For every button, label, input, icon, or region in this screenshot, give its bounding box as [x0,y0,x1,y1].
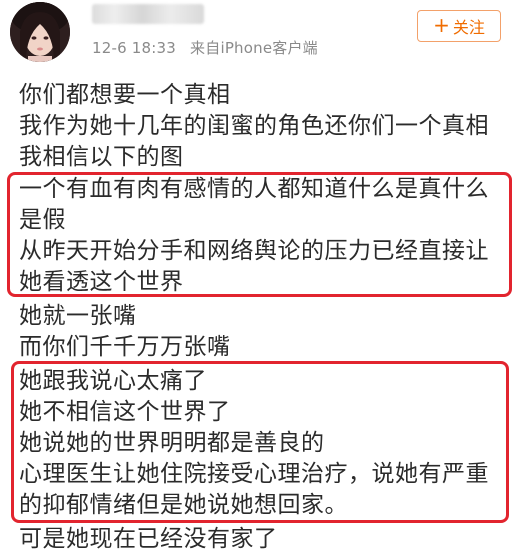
post-text-line: 她就一张嘴 [19,303,137,329]
post-text-line: 她看透这个世界 [19,269,184,295]
post-text-line: 从昨天开始分手和网络舆论的压力已经直接让 [19,238,489,264]
post-text-line: 而你们千千万万张嘴 [19,334,231,360]
post-text-line: 她说她的世界明明都是善良的 [19,430,325,456]
post-text-line: 一个有血有肉有感情的人都知道什么是真什么 [19,176,489,202]
post-text-line: 心理医生让她住院接受心理治疗，说她有严重 [19,461,489,487]
post-text-line: 你们都想要一个真相 [19,82,231,108]
post-text-line: 是假 [19,207,66,233]
post-text-line: 我作为她十几年的闺蜜的角色还你们一个真相 [19,113,489,139]
post-body: 你们都想要一个真相 我作为她十几年的闺蜜的角色还你们一个真相 我相信以下的图 一… [0,0,518,555]
post-text-line: 可是她现在已经没有家了 [19,526,278,552]
post-text-line: 她不相信这个世界了 [19,399,231,425]
post-text-line: 她跟我说心太痛了 [19,368,207,394]
post-text-line: 的抑郁情绪但是她说她想回家。 [19,492,348,518]
post-text-line: 我相信以下的图 [19,144,184,170]
